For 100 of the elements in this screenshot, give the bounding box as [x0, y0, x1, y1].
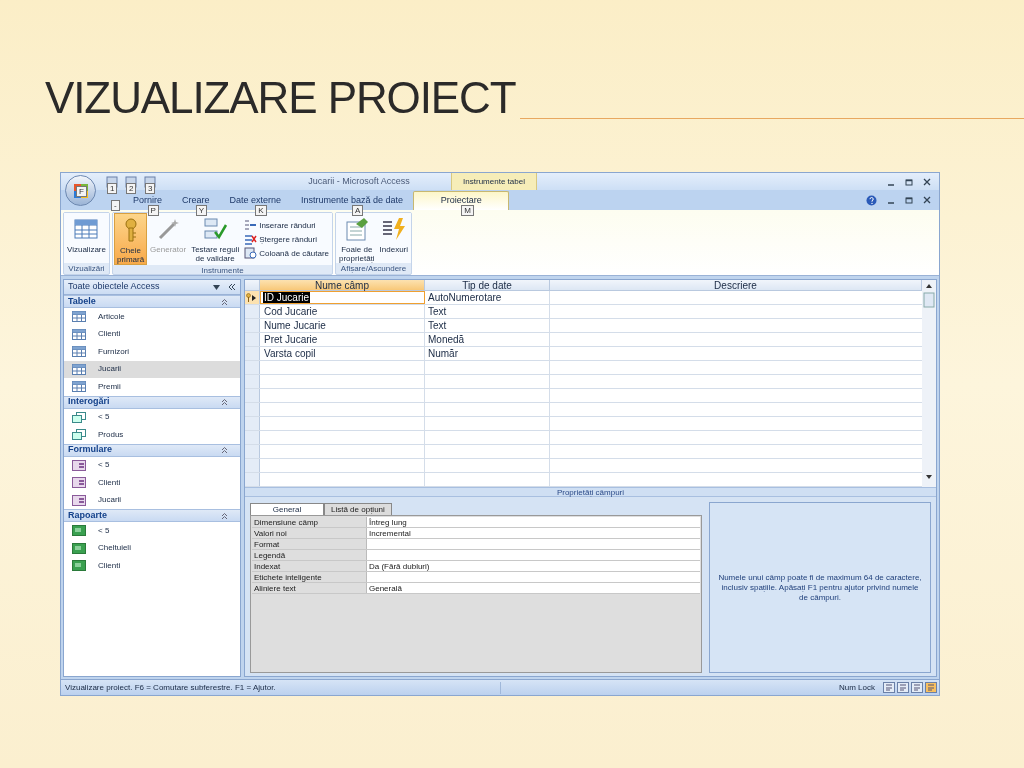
scrollbar[interactable] — [922, 280, 936, 487]
table-icon — [72, 346, 86, 358]
query-icon — [72, 429, 86, 441]
keytip-badge: 2 — [126, 182, 137, 194]
property-tab[interactable]: General — [250, 503, 324, 515]
dropdown-icon[interactable] — [213, 284, 220, 290]
lookup-column-icon — [244, 246, 258, 260]
property-sheet-icon — [343, 216, 370, 242]
ribbon-button[interactable]: Vizualizare — [65, 213, 108, 263]
report-icon — [72, 542, 86, 554]
table-cell[interactable]: ID Jucarie — [263, 291, 310, 304]
nav-item[interactable]: < 5 — [64, 456, 240, 474]
group-header[interactable]: Tabele — [64, 295, 240, 308]
ribbon-small-button[interactable]: Ștergere rânduri — [244, 232, 329, 246]
design-view-icon[interactable] — [925, 682, 937, 693]
window-title: Jucarii - Microsoft Access — [307, 174, 411, 188]
empty-row[interactable] — [245, 389, 922, 403]
empty-row[interactable] — [245, 417, 922, 431]
insert-rows-icon — [244, 218, 258, 232]
nav-item[interactable]: Produs — [64, 426, 240, 444]
empty-row[interactable] — [245, 403, 922, 417]
property-value[interactable] — [367, 572, 700, 582]
table-row[interactable]: Varsta copil Număr — [245, 347, 922, 361]
property-value[interactable] — [367, 539, 700, 549]
empty-row[interactable] — [245, 459, 922, 473]
datasheet-view-icon[interactable] — [883, 682, 895, 693]
property-value[interactable]: Da (Fără dubluri) — [367, 561, 700, 571]
nav-item[interactable]: Premii — [64, 378, 240, 396]
table-row[interactable]: Cod Jucarie Text — [245, 305, 922, 319]
table-row[interactable]: ID Jucarie AutoNumerotare — [245, 291, 922, 305]
ribbon-button[interactable]: Testare reguli de validare — [189, 213, 242, 265]
nav-item[interactable]: < 5 — [64, 522, 240, 540]
column-header[interactable]: Nume câmp — [260, 280, 425, 290]
ribbon-small-button[interactable]: Coloană de căutare — [244, 246, 329, 260]
table-cell[interactable]: Monedă — [425, 333, 550, 346]
collapse-icon[interactable] — [228, 284, 236, 290]
chevron-up-icon — [221, 298, 228, 305]
ribbon-button[interactable]: Cheie primară — [114, 213, 148, 265]
property-value[interactable] — [367, 550, 700, 560]
property-value[interactable]: Întreg lung — [367, 517, 700, 527]
nav-item[interactable]: Jucarii — [64, 491, 240, 509]
table-cell[interactable]: Număr — [425, 347, 550, 360]
table-row[interactable]: Nume Jucarie Text — [245, 319, 922, 333]
table-cell[interactable]: Text — [425, 305, 550, 318]
row-selector[interactable] — [245, 291, 260, 304]
group-label: Vizualizări — [67, 263, 106, 274]
restore-icon[interactable] — [905, 196, 913, 204]
table-row[interactable]: Pret Jucarie Monedă — [245, 333, 922, 347]
table-icon — [72, 328, 86, 340]
section-label: Proprietăți câmpuri — [245, 487, 936, 497]
key-icon — [245, 293, 252, 302]
close-icon[interactable] — [923, 196, 931, 204]
empty-row[interactable] — [245, 375, 922, 389]
close-icon[interactable] — [923, 177, 931, 186]
property-tab[interactable]: Listă de opțiuni — [324, 503, 392, 515]
group-header[interactable]: Interogări — [64, 395, 240, 409]
table-cell[interactable]: Cod Jucarie — [263, 305, 319, 318]
chevron-up-icon — [221, 512, 228, 519]
nav-item[interactable]: Articole — [64, 308, 240, 326]
property-value[interactable]: Generală — [367, 583, 700, 593]
nav-item[interactable]: Cheltuieli — [64, 539, 240, 557]
group-label: Afișare/Ascundere — [339, 263, 408, 274]
chevron-up-icon — [221, 399, 228, 405]
column-header[interactable]: Tip de date — [425, 280, 550, 290]
nav-item[interactable]: Clienti — [64, 557, 240, 575]
current-row-icon — [252, 294, 256, 301]
help-text: Numele unui câmp poate fi de maximum 64 de caractere, inclusiv spațiile. Apăsați F1 pentru ajutor privind numele de câmpuri. — [717, 572, 923, 603]
table-cell[interactable]: Varsta copil — [263, 347, 317, 360]
validation-icon — [202, 216, 229, 242]
keytip-badge: F — [76, 186, 87, 197]
indexes-icon — [380, 216, 407, 242]
group-label: Instrumente — [200, 265, 245, 276]
table-icon — [72, 363, 86, 375]
keytip-badge: 3 — [145, 182, 156, 194]
chevron-up-icon — [221, 447, 228, 453]
empty-row[interactable] — [245, 361, 922, 375]
delete-rows-icon — [244, 232, 258, 246]
report-icon — [72, 525, 86, 537]
nav-item[interactable]: Jucarii — [64, 360, 240, 378]
property-value[interactable]: Incremental — [367, 528, 700, 538]
table-icon — [72, 311, 86, 323]
nav-item[interactable]: < 5 — [64, 408, 240, 426]
empty-row[interactable] — [245, 445, 922, 459]
form-icon — [72, 459, 86, 471]
nav-item[interactable]: Clienti — [64, 325, 240, 343]
table-grid-icon — [73, 216, 100, 242]
restore-icon[interactable] — [905, 177, 913, 186]
nav-item[interactable]: Clienti — [64, 474, 240, 492]
table-cell[interactable]: Nume Jucarie — [263, 319, 327, 332]
table-cell[interactable]: Text — [425, 319, 550, 332]
ribbon-small-button[interactable]: Inserare rânduri — [244, 218, 329, 232]
empty-row[interactable] — [245, 431, 922, 445]
ribbon-button[interactable]: Foaie de proprietăți — [337, 213, 377, 263]
group-header[interactable]: Formulare — [64, 443, 240, 457]
nav-item[interactable]: Furnizori — [64, 343, 240, 361]
ribbon-button[interactable]: Indexuri — [377, 213, 411, 263]
group-header[interactable]: Rapoarte — [64, 509, 240, 522]
table-cell[interactable]: Pret Jucarie — [263, 333, 319, 346]
table-cell[interactable]: AutoNumerotare — [425, 291, 550, 304]
help-icon[interactable] — [866, 194, 877, 206]
